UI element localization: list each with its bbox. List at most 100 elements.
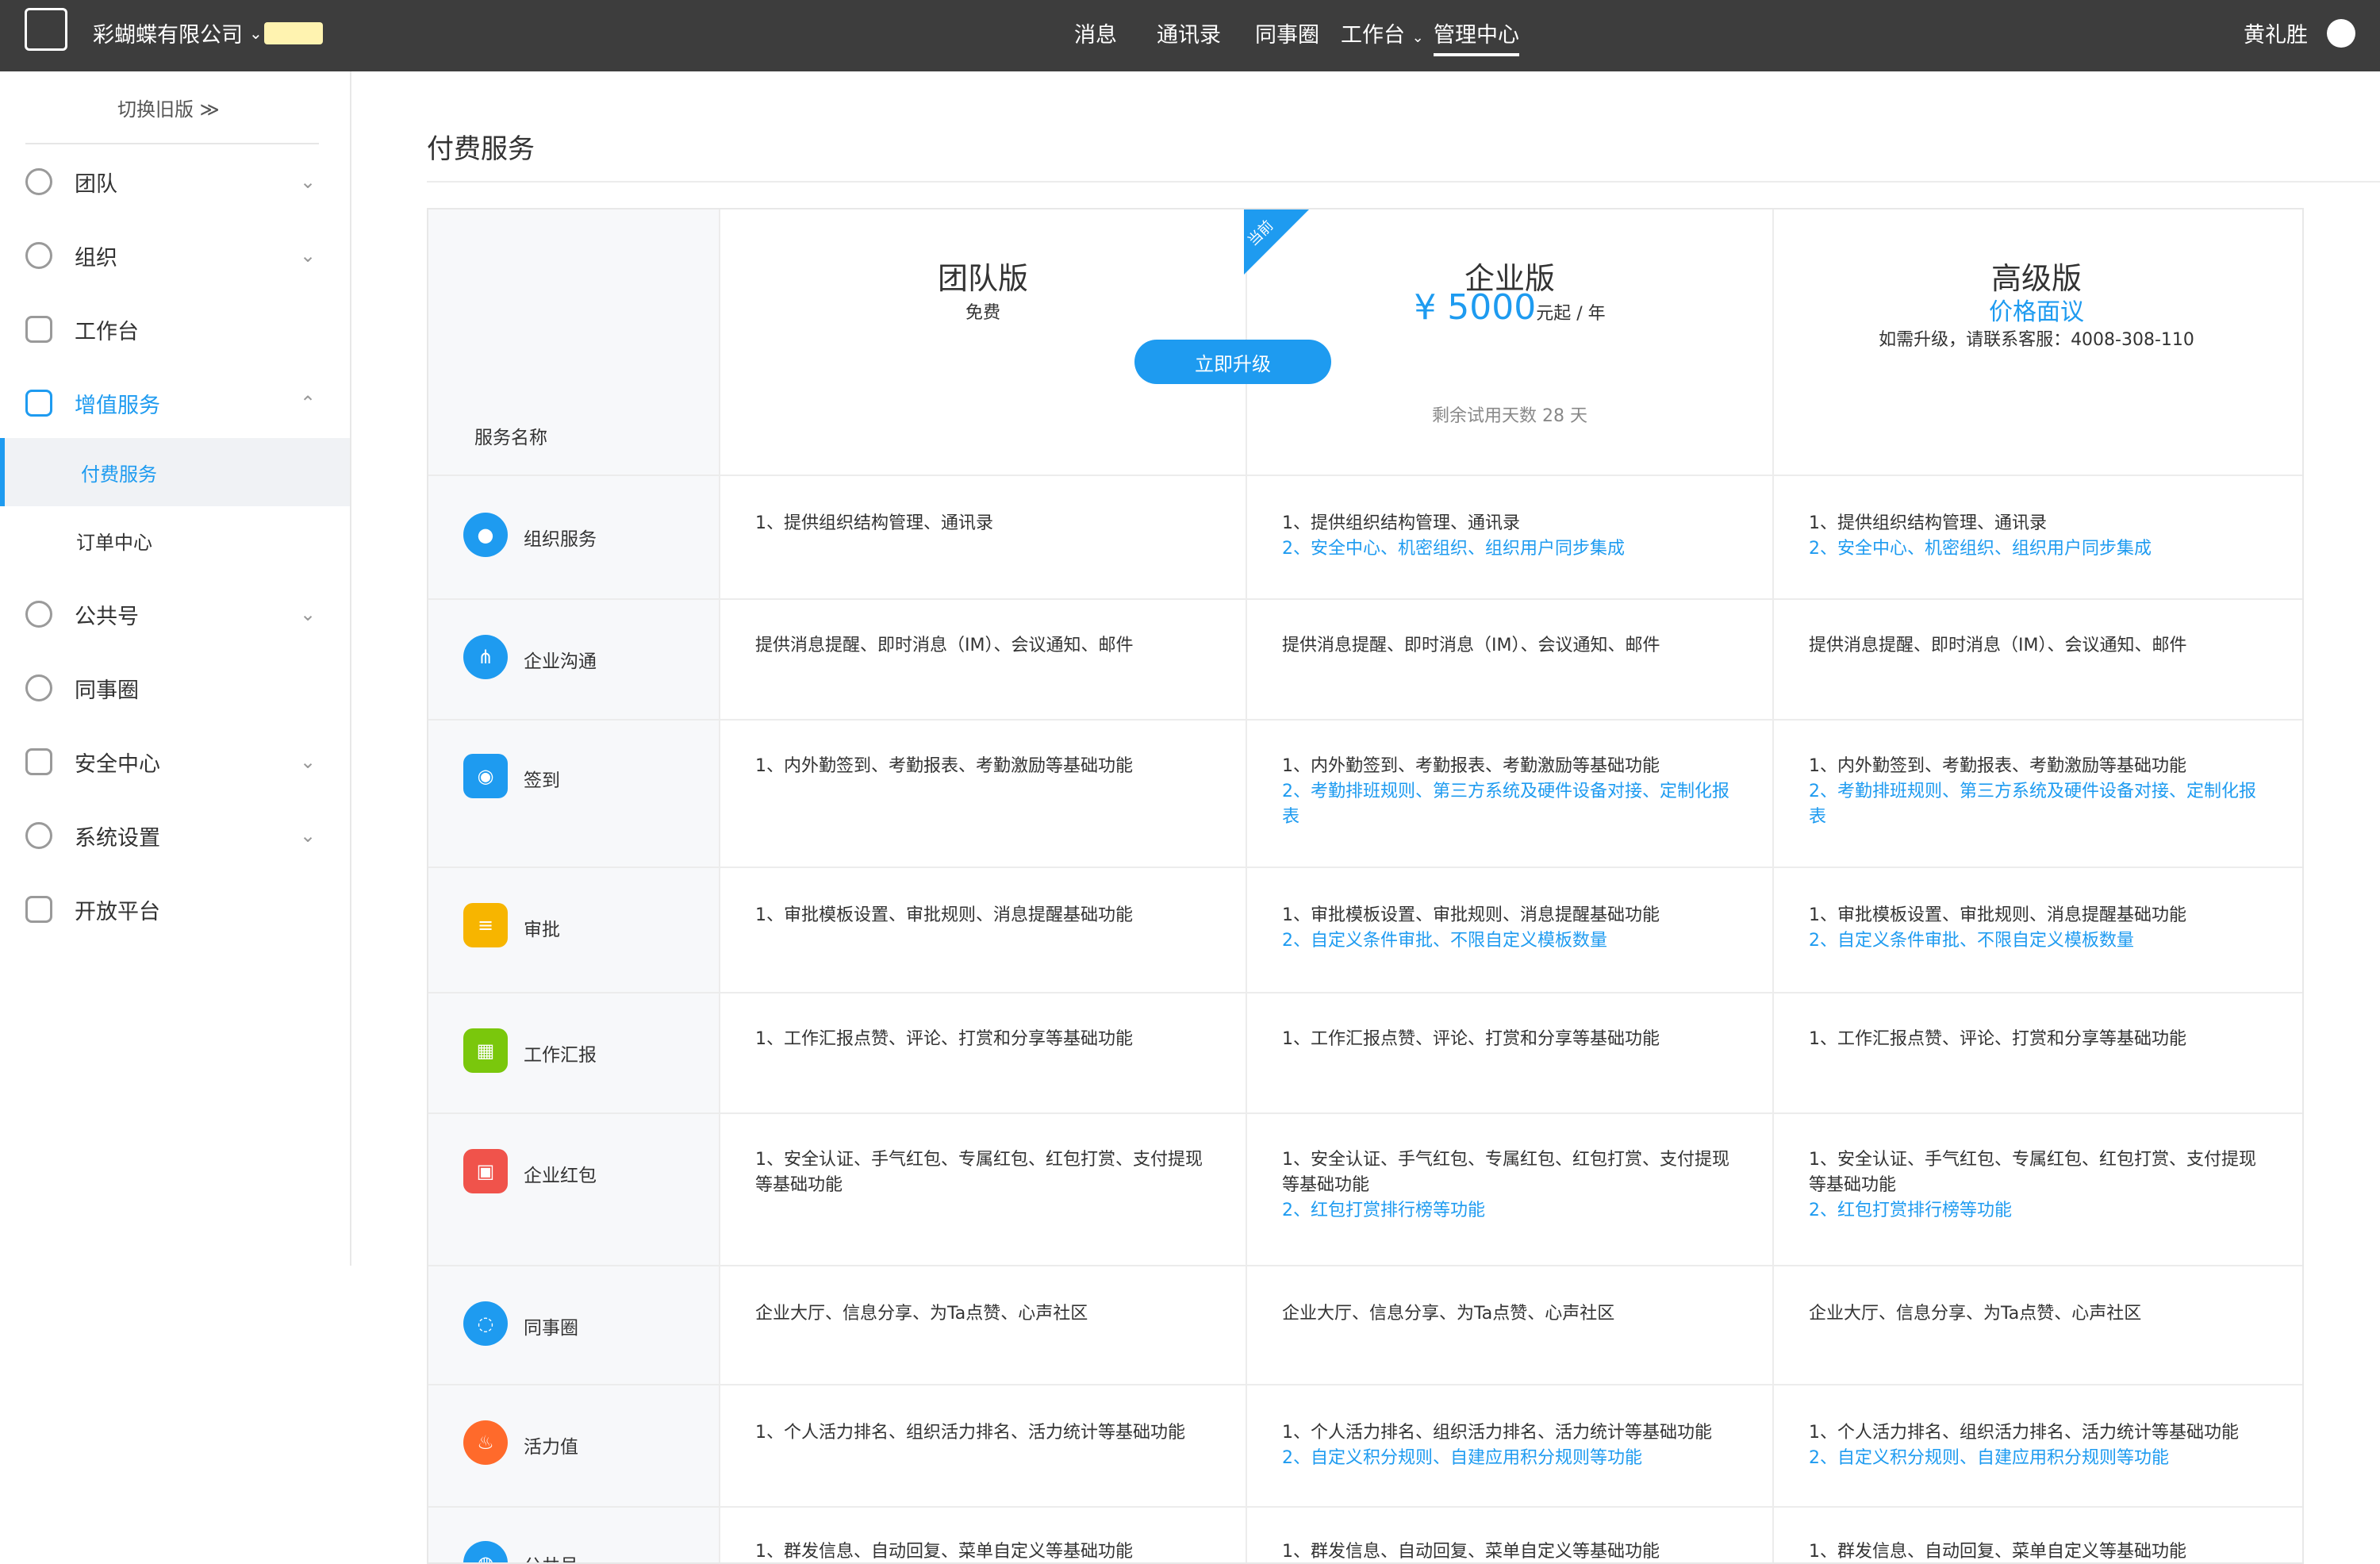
grid-icon <box>25 316 52 343</box>
sidebar-item-label: 公共号 <box>75 604 139 629</box>
feature-line: 1、个人活力排名、组织活力排名、活力统计等基础功能 <box>755 1423 1185 1443</box>
sidebar-subitem-paid-services[interactable]: 付费服务 <box>0 438 350 506</box>
divider <box>428 598 2302 600</box>
enterprise-plan-feature: 企业大厅、信息分享、为Ta点赞、心声社区 <box>1282 1301 1734 1327</box>
enterprise-plan-feature: 1、内外勤签到、考勤报表、考勤激励等基础功能 2、考勤排班规则、第三方系统及硬件设… <box>1282 754 1734 830</box>
nav-contacts[interactable]: 通讯录 <box>1157 17 1221 48</box>
feature-line: 1、内外勤签到、考勤报表、考勤激励等基础功能 <box>1809 756 2186 776</box>
trial-days-remaining: 剩余试用天数 28 天 <box>1432 406 1587 426</box>
nav-colleague-circle[interactable]: 同事圈 <box>1255 17 1319 48</box>
divider <box>25 143 319 144</box>
group-icon <box>25 601 52 628</box>
divider <box>428 1112 2302 1114</box>
sidebar-item-workbench[interactable]: 工作台 <box>0 302 350 357</box>
team-plan-feature: 1、提供组织结构管理、通讯录 <box>755 511 1207 536</box>
plan-premium-name: 高级版 <box>1990 261 2082 296</box>
sidebar-item-colleague-circle[interactable]: 同事圈 <box>0 660 350 716</box>
nav-workbench[interactable]: 工作台 ⌄ <box>1341 17 1424 48</box>
approval-document-icon: ≡ <box>463 903 508 947</box>
switch-old-version-link[interactable]: 切换旧版 ≫ <box>117 94 220 121</box>
sidebar-item-team[interactable]: 团队 ⌄ <box>0 154 350 209</box>
service-name: 工作汇报 <box>524 1045 597 1066</box>
team-plan-feature: 1、内外勤签到、考勤报表、考勤激励等基础功能 <box>755 754 1207 779</box>
feature-line: 1、提供组织结构管理、通讯录 <box>1809 513 2047 533</box>
user-avatar[interactable] <box>2327 19 2355 48</box>
feature-line-extra: 2、自定义条件审批、不限自定义模板数量 <box>1282 931 1607 951</box>
feature-line: 提供消息提醒、即时消息（IM）、会议通知、邮件 <box>1809 636 2187 655</box>
plan-team-name: 团队版 <box>937 261 1028 296</box>
feature-line: 企业大厅、信息分享、为Ta点赞、心声社区 <box>1809 1304 2142 1324</box>
divider <box>427 181 2380 183</box>
feature-line: 1、安全认证、手气红包、专属红包、红包打赏、支付提现等基础功能 <box>755 1150 1203 1195</box>
feature-line: 1、审批模板设置、审批规则、消息提醒基础功能 <box>1282 905 1660 925</box>
circle-dots-icon <box>25 674 52 701</box>
service-column-background <box>428 209 719 1562</box>
feature-line: 1、安全认证、手气红包、专属红包、红包打赏、支付提现等基础功能 <box>1282 1150 1729 1195</box>
feature-line: 1、提供组织结构管理、通讯录 <box>755 513 993 533</box>
feature-line: 1、提供组织结构管理、通讯录 <box>1282 513 1520 533</box>
upgrade-now-button[interactable]: 立即升级 <box>1134 340 1331 384</box>
divider <box>428 719 2302 721</box>
sidebar-subitem-label: 订单中心 <box>76 532 152 554</box>
feature-line-extra: 2、红包打赏排行榜等功能 <box>1809 1201 2012 1220</box>
divider <box>428 992 2302 993</box>
service-name: 同事圈 <box>524 1318 578 1339</box>
org-tree-icon <box>25 242 52 269</box>
gear-icon <box>25 822 52 849</box>
users-icon <box>25 168 52 195</box>
circle-loop-icon: ◌ <box>463 1301 508 1346</box>
sidebar-item-label: 安全中心 <box>75 751 160 777</box>
sidebar-item-label: 系统设置 <box>75 825 160 851</box>
share-nodes-icon: ⋔ <box>463 635 508 679</box>
premium-plan-feature: 提供消息提醒、即时消息（IM）、会议通知、邮件 <box>1809 633 2261 659</box>
enterprise-plan-feature: 1、提供组织结构管理、通讯录 2、安全中心、机密组织、组织用户同步集成 <box>1282 511 1734 562</box>
feature-line: 1、审批模板设置、审批规则、消息提醒基础功能 <box>755 905 1133 925</box>
sidebar-item-public-account[interactable]: 公共号 ⌄ <box>0 586 350 642</box>
team-plan-feature: 1、工作汇报点赞、评论、打赏和分享等基础功能 <box>755 1027 1207 1052</box>
feature-line: 1、群发信息、自动回复、菜单自定义等基础功能 <box>1809 1542 2186 1562</box>
feature-line: 1、审批模板设置、审批规则、消息提醒基础功能 <box>1809 905 2186 925</box>
sidebar-subitem-order-center[interactable]: 订单中心 <box>0 506 350 574</box>
sidebar-item-security-center[interactable]: 安全中心 ⌄ <box>0 734 350 790</box>
sidebar-item-system-settings[interactable]: 系统设置 ⌄ <box>0 808 350 863</box>
nav-messages[interactable]: 消息 <box>1074 17 1117 48</box>
feature-line: 1、工作汇报点赞、评论、打赏和分享等基础功能 <box>1809 1029 2186 1049</box>
service-name: 公共号 <box>524 1551 578 1562</box>
team-plan-feature: 1、安全认证、手气红包、专属红包、红包打赏、支付提现等基础功能 <box>755 1147 1207 1198</box>
company-switcher[interactable]: 彩蝴蝶有限公司 ⌄ <box>93 17 263 48</box>
premium-plan-feature: 1、安全认证、手气红包、专属红包、红包打赏、支付提现等基础功能 2、红包打赏排行榜… <box>1809 1147 2261 1224</box>
chevron-down-icon: ⌄ <box>300 244 317 267</box>
user-name[interactable]: 黄礼胜 <box>2244 17 2308 48</box>
enterprise-plan-feature: 1、群发信息、自动回复、菜单自定义等基础功能 <box>1282 1539 1734 1562</box>
chevron-down-icon: ⌄ <box>300 171 317 193</box>
sidebar-item-organization[interactable]: 组织 ⌄ <box>0 228 350 283</box>
sidebar-subitem-label: 付费服务 <box>81 463 157 486</box>
company-logo[interactable] <box>25 8 67 51</box>
enterprise-plan-feature: 1、审批模板设置、审批规则、消息提醒基础功能 2、自定义条件审批、不限自定义模板数… <box>1282 903 1734 954</box>
enterprise-plan-feature: 1、个人活力排名、组织活力排名、活力统计等基础功能 2、自定义积分规则、自建应用积… <box>1282 1420 1734 1471</box>
price-negotiable-link[interactable]: 价格面议 <box>1772 292 2301 327</box>
service-name: 签到 <box>524 770 560 791</box>
feature-line-extra: 2、自定义积分规则、自建应用积分规则等功能 <box>1282 1448 1642 1468</box>
team-plan-feature: 1、群发信息、自动回复、菜单自定义等基础功能 <box>755 1539 1207 1562</box>
team-plan-feature: 提供消息提醒、即时消息（IM）、会议通知、邮件 <box>755 633 1207 659</box>
sidebar-item-open-platform[interactable]: 开放平台 <box>0 882 350 937</box>
page-title: 付费服务 <box>427 133 535 165</box>
nav-admin-center[interactable]: 管理中心 <box>1434 17 1519 56</box>
feature-line: 1、内外勤签到、考勤报表、考勤激励等基础功能 <box>755 756 1133 776</box>
feature-line: 1、个人活力排名、组织活力排名、活力统计等基础功能 <box>1809 1423 2239 1443</box>
feature-line-extra: 2、自定义条件审批、不限自定义模板数量 <box>1809 931 2134 951</box>
enterprise-plan-feature: 提供消息提醒、即时消息（IM）、会议通知、邮件 <box>1282 633 1734 659</box>
feature-line-extra: 2、安全中心、机密组织、组织用户同步集成 <box>1282 539 1625 559</box>
chevron-down-icon: ⌄ <box>300 751 317 773</box>
feature-line: 1、内外勤签到、考勤报表、考勤激励等基础功能 <box>1282 756 1660 776</box>
service-name-header: 服务名称 <box>474 428 547 448</box>
premium-plan-feature: 1、群发信息、自动回复、菜单自定义等基础功能 <box>1809 1539 2261 1562</box>
feature-line-extra: 2、考勤排班规则、第三方系统及硬件设备对接、定制化报表 <box>1282 782 1729 827</box>
team-plan-feature: 1、审批模板设置、审批规则、消息提醒基础功能 <box>755 903 1207 928</box>
divider <box>719 209 720 1562</box>
divider <box>428 1384 2302 1385</box>
sidebar-item-value-added-services[interactable]: 增值服务 ⌃ <box>0 375 350 431</box>
chevron-down-icon: ⌄ <box>1411 29 1424 46</box>
company-name: 彩蝴蝶有限公司 <box>93 23 243 48</box>
